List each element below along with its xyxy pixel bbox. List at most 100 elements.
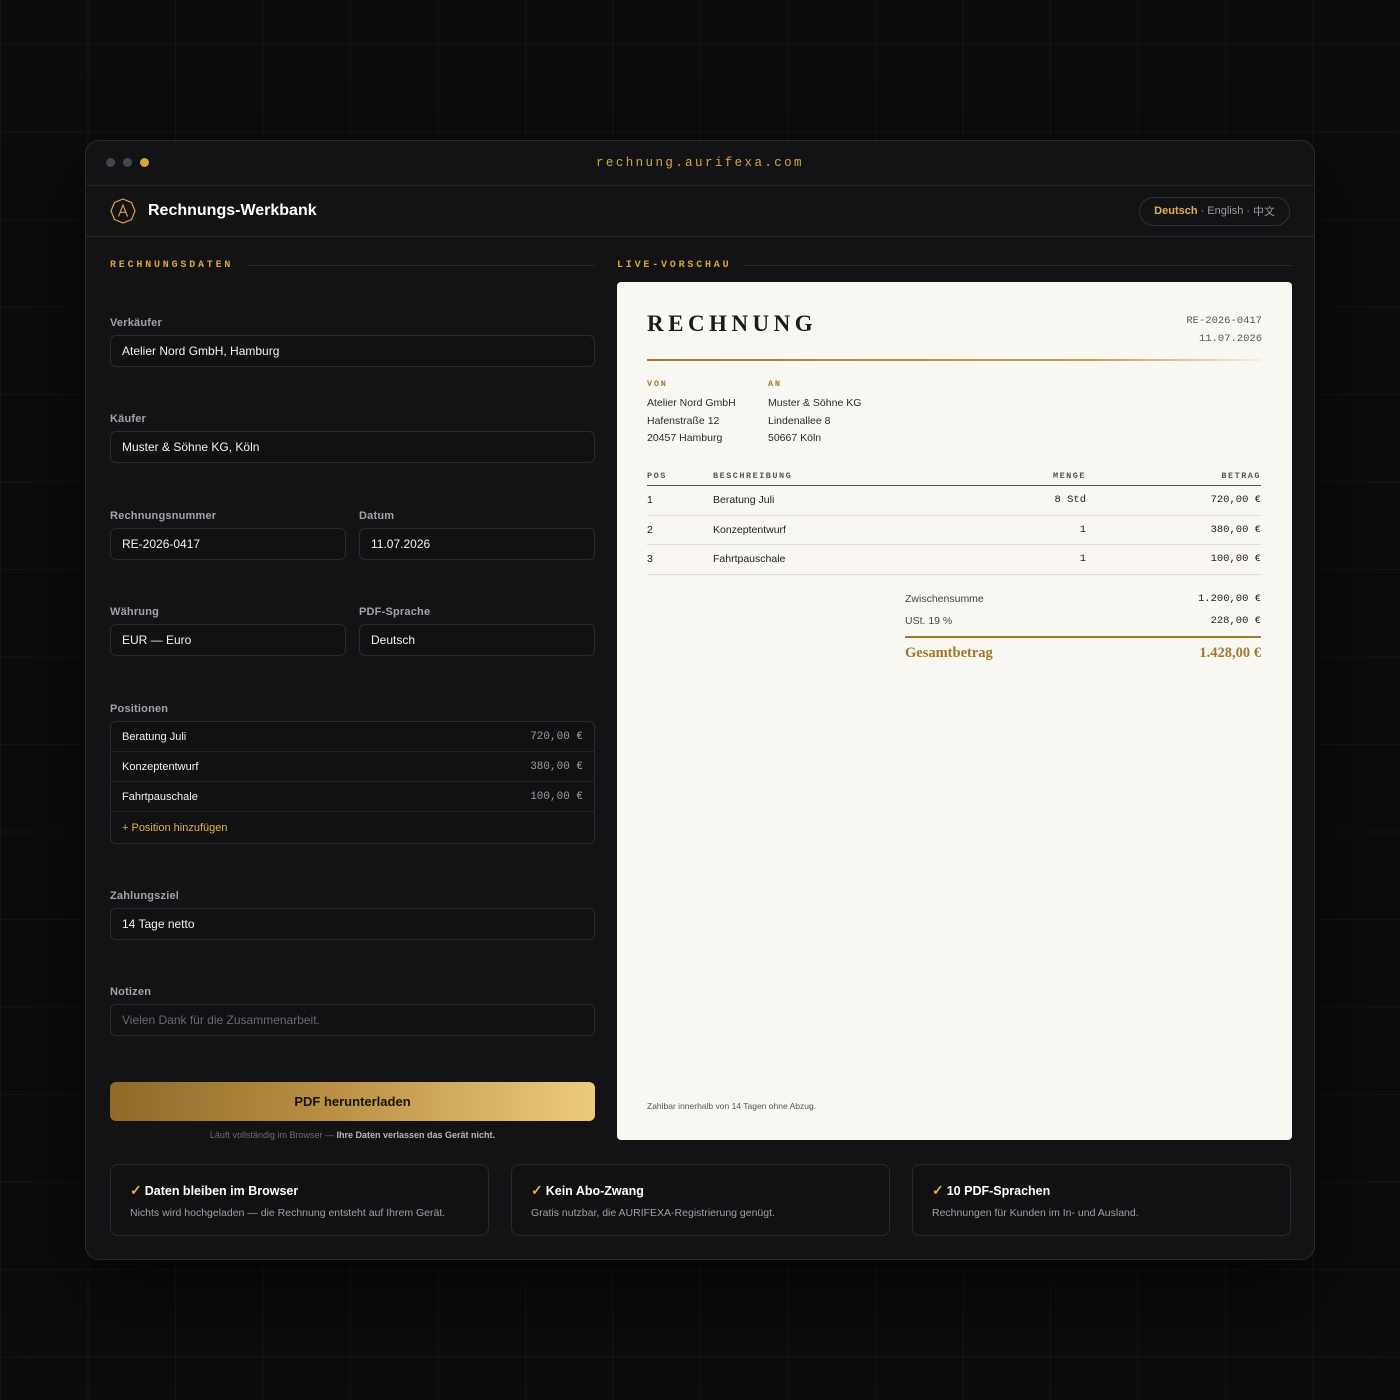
cell-qty: 1 — [1079, 553, 1086, 566]
from-line: 20457 Hamburg — [647, 432, 723, 444]
currency-select[interactable]: EUR — Euro — [110, 624, 346, 656]
app-header: Rechnungs-Werkbank Deutsch · English · 中… — [86, 186, 1314, 237]
position-name: Konzeptentwurf — [122, 760, 199, 773]
seller-input[interactable]: Atelier Nord GmbH, Hamburg — [110, 335, 595, 367]
download-pdf-button[interactable]: PDF herunterladen — [110, 1082, 595, 1121]
subtotal-value: 1.200,00 € — [1197, 593, 1261, 605]
grand-total-value: 1.428,00 € — [1199, 645, 1261, 661]
grand-total-row: Gesamtbetrag 1.428,00 € — [905, 638, 1261, 670]
privacy-strong: Ihre Daten verlassen das Gerät nicht. — [336, 1130, 496, 1140]
invoice-number-label: Rechnungsnummer — [110, 510, 217, 522]
table-row: 1 Beratung Juli 8 Std 720,00 € — [647, 486, 1261, 516]
app-window: rechnung.aurifexa.com Rechnungs-Werkbank… — [85, 140, 1315, 1260]
col-amount: BETRAG — [1221, 470, 1261, 481]
col-pos: POS — [647, 470, 667, 481]
list-item[interactable]: Konzeptentwurf 380,00 € — [111, 752, 594, 782]
form-section-header: RECHNUNGSDATEN — [110, 258, 595, 272]
preview-section-title: LIVE-VORSCHAU — [617, 259, 732, 271]
seller-label: Verkäufer — [110, 317, 162, 329]
divider — [745, 264, 1292, 266]
notes-input[interactable]: Vielen Dank für die Zusammenarbeit. — [110, 1004, 595, 1036]
aurifexa-logo-icon — [110, 198, 136, 224]
feature-desc: Rechnungen für Kunden im In- und Ausland… — [932, 1207, 1139, 1219]
cell-pos: 1 — [647, 494, 653, 507]
maximize-dot[interactable] — [140, 158, 149, 167]
currency-label: Währung — [110, 606, 160, 618]
totals-block: Zwischensumme 1.200,00 € USt. 19 % 228,0… — [905, 588, 1261, 670]
pdf-language-group: PDF-Sprache Deutsch — [359, 606, 595, 656]
form-section-title: RECHNUNGSDATEN — [110, 259, 234, 271]
preview-section-header: LIVE-VORSCHAU — [617, 258, 1292, 272]
subtotal-label: Zwischensumme — [905, 593, 984, 605]
cell-desc: Beratung Juli — [713, 494, 775, 507]
position-amount: 380,00 € — [530, 760, 583, 773]
to-line: Lindenallee 8 — [768, 414, 831, 427]
lang-option-zh[interactable]: 中文 — [1253, 203, 1275, 219]
positions-list: Beratung Juli 720,00 € Konzeptentwurf 38… — [110, 721, 595, 844]
lang-option-en[interactable]: English — [1207, 205, 1243, 217]
lang-separator: · — [1200, 205, 1205, 217]
lang-option-de[interactable]: Deutsch — [1154, 205, 1197, 217]
feature-desc: Nichts wird hochgeladen — die Rechnung e… — [130, 1207, 446, 1219]
add-position-button[interactable]: + Position hinzufügen — [111, 812, 594, 843]
window-controls — [106, 158, 149, 167]
to-line: 50667 Köln — [768, 432, 822, 444]
col-desc: BESCHREIBUNG — [713, 470, 793, 481]
table-header: POS BESCHREIBUNG MENGE BETRAG — [647, 466, 1261, 486]
cell-amount: 720,00 € — [1210, 494, 1261, 507]
date-input[interactable]: 11.07.2026 — [359, 528, 595, 560]
invoice-meta: RE-2026-0417 11.07.2026 — [1186, 312, 1262, 348]
feature-desc: Gratis nutzbar, die AURIFEXA-Registrieru… — [531, 1207, 775, 1219]
buyer-input[interactable]: Muster & Söhne KG, Köln — [110, 431, 595, 463]
from-block: VON Atelier Nord GmbH Hafenstraße 12 204… — [647, 379, 736, 448]
currency-group: Währung EUR — Euro — [110, 606, 346, 656]
pdf-language-select[interactable]: Deutsch — [359, 624, 595, 656]
invoice-preview: RECHNUNG RE-2026-0417 11.07.2026 VON Ate… — [617, 282, 1292, 1140]
cell-qty: 8 Std — [1054, 494, 1086, 507]
feature-title: 10 PDF-Sprachen — [946, 1183, 1051, 1198]
feature-card: ✓ 10 PDF-Sprachen Rechnungen für Kunden i… — [912, 1164, 1291, 1236]
position-amount: 720,00 € — [530, 730, 583, 743]
cell-pos: 2 — [647, 523, 653, 536]
cell-amount: 100,00 € — [1210, 553, 1261, 566]
position-name: Beratung Juli — [122, 730, 187, 743]
buyer-group: Käufer Muster & Söhne KG, Köln — [110, 413, 595, 463]
gold-divider — [647, 359, 1261, 361]
position-amount: 100,00 € — [530, 790, 583, 803]
vat-value: 228,00 € — [1210, 615, 1261, 627]
table-row: 2 Konzeptentwurf 1 380,00 € — [647, 516, 1261, 545]
col-qty: MENGE — [1052, 470, 1086, 481]
positions-group: Positionen Beratung Juli 720,00 € Konzep… — [110, 703, 595, 844]
buyer-label: Käufer — [110, 413, 147, 425]
invoice-footer-note: Zahlbar innerhalb von 14 Tagen ohne Abzu… — [647, 1101, 817, 1111]
payment-terms-label: Zahlungsziel — [110, 890, 180, 902]
list-item[interactable]: Fahrtpauschale 100,00 € — [111, 782, 594, 812]
close-dot[interactable] — [106, 158, 115, 167]
table-row: 3 Fahrtpauschale 1 100,00 € — [647, 545, 1261, 575]
payment-terms-input[interactable]: 14 Tage netto — [110, 908, 595, 940]
vat-row: USt. 19 % 228,00 € — [905, 610, 1261, 632]
invoice-number: RE-2026-0417 — [1186, 315, 1262, 327]
date-group: Datum 11.07.2026 — [359, 510, 595, 560]
notes-label: Notizen — [110, 986, 152, 998]
cell-amount: 380,00 € — [1210, 523, 1261, 536]
seller-group: Verkäufer Atelier Nord GmbH, Hamburg — [110, 317, 595, 367]
feature-card: ✓ Kein Abo-Zwang Gratis nutzbar, die AURI… — [511, 1164, 890, 1236]
app-title: Rechnungs-Werkbank — [148, 202, 317, 219]
subtotal-row: Zwischensumme 1.200,00 € — [905, 588, 1261, 610]
to-line: Muster & Söhne KG — [768, 397, 862, 409]
list-item[interactable]: Beratung Juli 720,00 € — [111, 722, 594, 752]
feature-card: ✓ Daten bleiben im Browser Nichts wird ho… — [110, 1164, 489, 1236]
invoice-number-input[interactable]: RE-2026-0417 — [110, 528, 346, 560]
feature-title: Kein Abo-Zwang — [545, 1183, 644, 1198]
date-label: Datum — [359, 510, 395, 522]
privacy-text: Läuft vollständig im Browser — — [209, 1130, 337, 1140]
minimize-dot[interactable] — [123, 158, 132, 167]
invoice-form: RECHNUNGSDATEN Verkäufer Atelier Nord Gm… — [110, 258, 595, 1140]
invoice-date: 11.07.2026 — [1198, 333, 1262, 345]
invoice-number-group: Rechnungsnummer RE-2026-0417 — [110, 510, 346, 560]
check-icon: ✓ — [130, 1182, 142, 1198]
cell-pos: 3 — [647, 553, 653, 566]
check-icon: ✓ — [932, 1182, 944, 1198]
lang-separator: · — [1246, 205, 1250, 217]
